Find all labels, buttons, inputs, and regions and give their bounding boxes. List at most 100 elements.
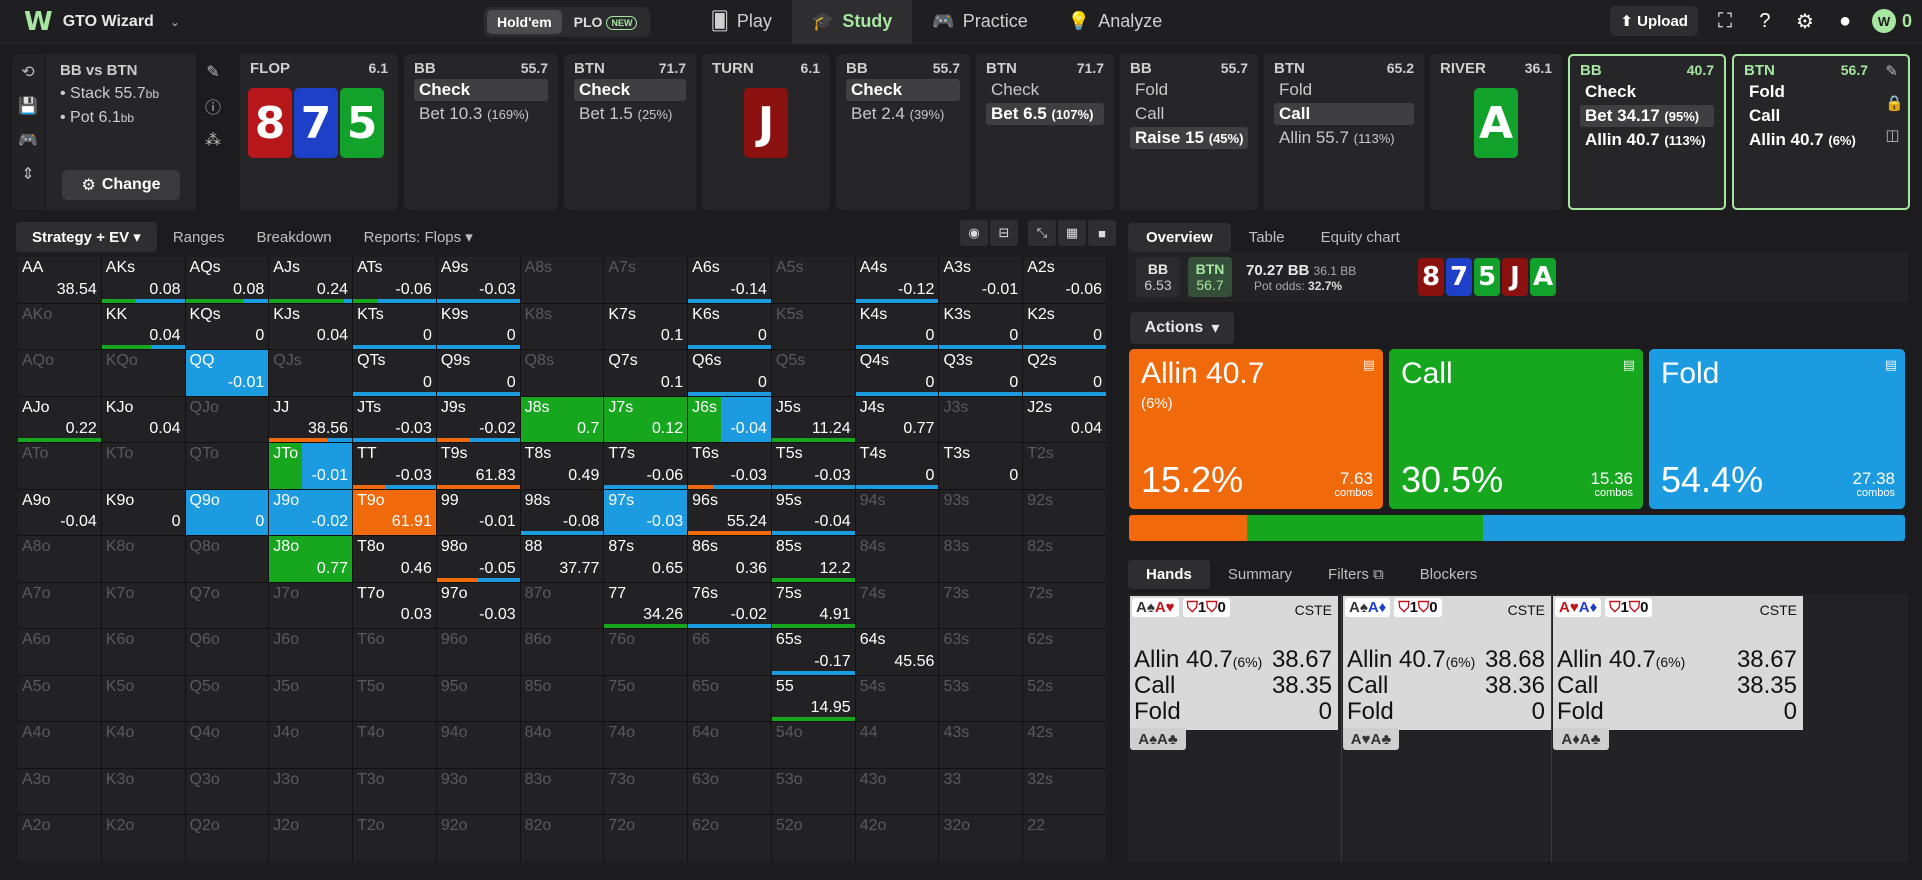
- matrix-cell[interactable]: KQo: [101, 350, 185, 396]
- matrix-cell[interactable]: 95s -0.04: [771, 489, 855, 536]
- matrix-cell[interactable]: Q2o: [185, 815, 269, 861]
- matrix-cell[interactable]: 43o: [855, 768, 939, 815]
- action-allin[interactable]: Allin 40.7 (113%): [1580, 129, 1714, 151]
- matrix-cell[interactable]: A7s: [604, 257, 688, 303]
- btn-allin-column[interactable]: BTN 65.2 Fold Call Allin 55.7 (113%): [1264, 54, 1424, 210]
- gear-icon[interactable]: ⚙: [1792, 8, 1818, 34]
- matrix-cell[interactable]: T7o 0.03: [353, 582, 436, 629]
- action-fold[interactable]: Fold: [1274, 79, 1414, 101]
- tab-equity-chart[interactable]: Equity chart: [1303, 223, 1418, 252]
- matrix-cell[interactable]: A5s: [771, 257, 855, 303]
- action-check[interactable]: Check: [986, 79, 1104, 101]
- matrix-cell[interactable]: J8s 0.7: [520, 396, 604, 443]
- matrix-cell[interactable]: J4o: [269, 722, 353, 768]
- matrix-cell[interactable]: T3o: [353, 768, 436, 815]
- matrix-cell[interactable]: KTs 0: [353, 303, 436, 350]
- matrix-cell[interactable]: 52s: [1023, 675, 1106, 722]
- matrix-cell[interactable]: J3o: [269, 768, 353, 815]
- matrix-cell[interactable]: 74s: [855, 582, 939, 629]
- matrix-cell[interactable]: 75o: [604, 675, 688, 722]
- matrix-cell[interactable]: 54o: [771, 722, 855, 768]
- matrix-cell[interactable]: Q3s 0: [939, 350, 1023, 396]
- nav-analyze[interactable]: 💡 Analyze: [1048, 0, 1182, 44]
- matrix-cell[interactable]: Q5s: [771, 350, 855, 396]
- matrix-cell[interactable]: 88 37.77: [520, 536, 604, 582]
- grid-view-icon[interactable]: ▦: [1058, 220, 1086, 246]
- nav-study[interactable]: 🎓 Study: [791, 0, 913, 44]
- matrix-cell[interactable]: 92o: [436, 815, 520, 861]
- action-check[interactable]: Check: [1580, 81, 1714, 103]
- matrix-cell[interactable]: T2o: [353, 815, 436, 861]
- matrix-cell[interactable]: 65o: [688, 675, 771, 722]
- details-icon[interactable]: ▤: [1623, 357, 1635, 373]
- action-bet[interactable]: Bet 10.3 (169%): [414, 103, 548, 125]
- matrix-cell[interactable]: J4s 0.77: [855, 396, 939, 443]
- matrix-cell[interactable]: Q2s 0: [1023, 350, 1106, 396]
- matrix-cell[interactable]: J8o 0.77: [269, 536, 353, 582]
- split-view-icon[interactable]: ⊟: [990, 220, 1018, 246]
- matrix-cell[interactable]: 84o: [520, 722, 604, 768]
- matrix-cell[interactable]: A8o: [18, 536, 101, 582]
- matrix-cell[interactable]: ATo: [18, 443, 101, 489]
- matrix-cell[interactable]: 42s: [1023, 722, 1106, 768]
- collapse-icon[interactable]: ⇕: [21, 164, 34, 184]
- matrix-cell[interactable]: 66: [688, 629, 771, 675]
- action-fold-box[interactable]: Fold 54.4% 27.38 combos ▤: [1649, 349, 1905, 509]
- nav-play[interactable]: 🂠 Play: [690, 0, 791, 44]
- practice-icon[interactable]: 🎮: [18, 130, 38, 150]
- matrix-cell[interactable]: QJo: [185, 396, 269, 443]
- matrix-cell[interactable]: Q7s 0.1: [604, 350, 688, 396]
- bb-turn-column[interactable]: BB 55.7 Check Bet 2.4 (39%): [836, 54, 970, 210]
- combo-tag[interactable]: A♠A♣: [1130, 728, 1186, 750]
- matrix-cell[interactable]: J2o: [269, 815, 353, 861]
- matrix-cell[interactable]: 73o: [604, 768, 688, 815]
- matrix-cell[interactable]: Q6s 0: [688, 350, 771, 396]
- matrix-cell[interactable]: K5o: [101, 675, 185, 722]
- matrix-cell[interactable]: T5o: [353, 675, 436, 722]
- matrix-cell[interactable]: K6o: [101, 629, 185, 675]
- matrix-cell[interactable]: A8s: [520, 257, 604, 303]
- river-column[interactable]: RIVER 36.1 A: [1430, 54, 1562, 210]
- coin-balance[interactable]: W0: [1871, 9, 1912, 33]
- matrix-cell[interactable]: Q8o: [185, 536, 269, 582]
- action-raise[interactable]: Raise 15 (45%): [1130, 127, 1248, 149]
- action-call-box[interactable]: Call 30.5% 15.36 combos ▤: [1389, 349, 1643, 509]
- matrix-cell[interactable]: A3o: [18, 768, 101, 815]
- matrix-cell[interactable]: J6s -0.04: [688, 396, 771, 443]
- tab-strategy-ev[interactable]: Strategy + EV ▾: [16, 222, 157, 252]
- matrix-cell[interactable]: 83o: [520, 768, 604, 815]
- matrix-cell[interactable]: J5o: [269, 675, 353, 722]
- matrix-cell[interactable]: J7s 0.12: [604, 396, 688, 443]
- matrix-cell[interactable]: AJs 0.24: [269, 257, 353, 303]
- matrix-cell[interactable]: J9o -0.02: [269, 489, 353, 536]
- lock-icon[interactable]: 🔒: [1885, 94, 1904, 112]
- details-icon[interactable]: ▤: [1363, 357, 1375, 373]
- matrix-cell[interactable]: K8o: [101, 536, 185, 582]
- help-icon[interactable]: ?: [1752, 8, 1778, 34]
- edit-icon[interactable]: ✎: [1885, 62, 1904, 80]
- matrix-cell[interactable]: J7o: [269, 582, 353, 629]
- actions-dropdown[interactable]: Actions ▾: [1130, 312, 1234, 344]
- action-check[interactable]: Check: [574, 79, 686, 101]
- bb-raise-column[interactable]: BB 55.7 Fold Call Raise 15 (45%): [1120, 54, 1258, 210]
- matrix-cell[interactable]: 32s: [1023, 768, 1106, 815]
- compact-view-icon[interactable]: ⤡: [1028, 220, 1056, 246]
- matrix-cell[interactable]: KJo 0.04: [101, 396, 185, 443]
- action-bet[interactable]: Bet 34.17 (95%): [1580, 105, 1714, 127]
- matrix-cell[interactable]: A2s -0.06: [1023, 257, 1106, 303]
- matrix-cell[interactable]: AQs 0.08: [185, 257, 269, 303]
- matrix-cell[interactable]: QJs: [269, 350, 353, 396]
- matrix-cell[interactable]: 75s 4.91: [771, 582, 855, 629]
- matrix-cell[interactable]: 62s: [1023, 629, 1106, 675]
- action-check[interactable]: Check: [846, 79, 960, 101]
- matrix-cell[interactable]: 53o: [771, 768, 855, 815]
- action-allin[interactable]: Allin 40.7 (6%): [1744, 129, 1898, 151]
- matrix-cell[interactable]: 53s: [939, 675, 1023, 722]
- matrix-cell[interactable]: TT -0.03: [353, 443, 436, 489]
- action-call[interactable]: Call: [1274, 103, 1414, 125]
- matrix-cell[interactable]: K6s 0: [688, 303, 771, 350]
- screenshot-icon[interactable]: ⛶: [1712, 8, 1738, 34]
- matrix-cell[interactable]: 72o: [604, 815, 688, 861]
- matrix-cell[interactable]: 87o: [520, 582, 604, 629]
- matrix-cell[interactable]: AJo 0.22: [18, 396, 101, 443]
